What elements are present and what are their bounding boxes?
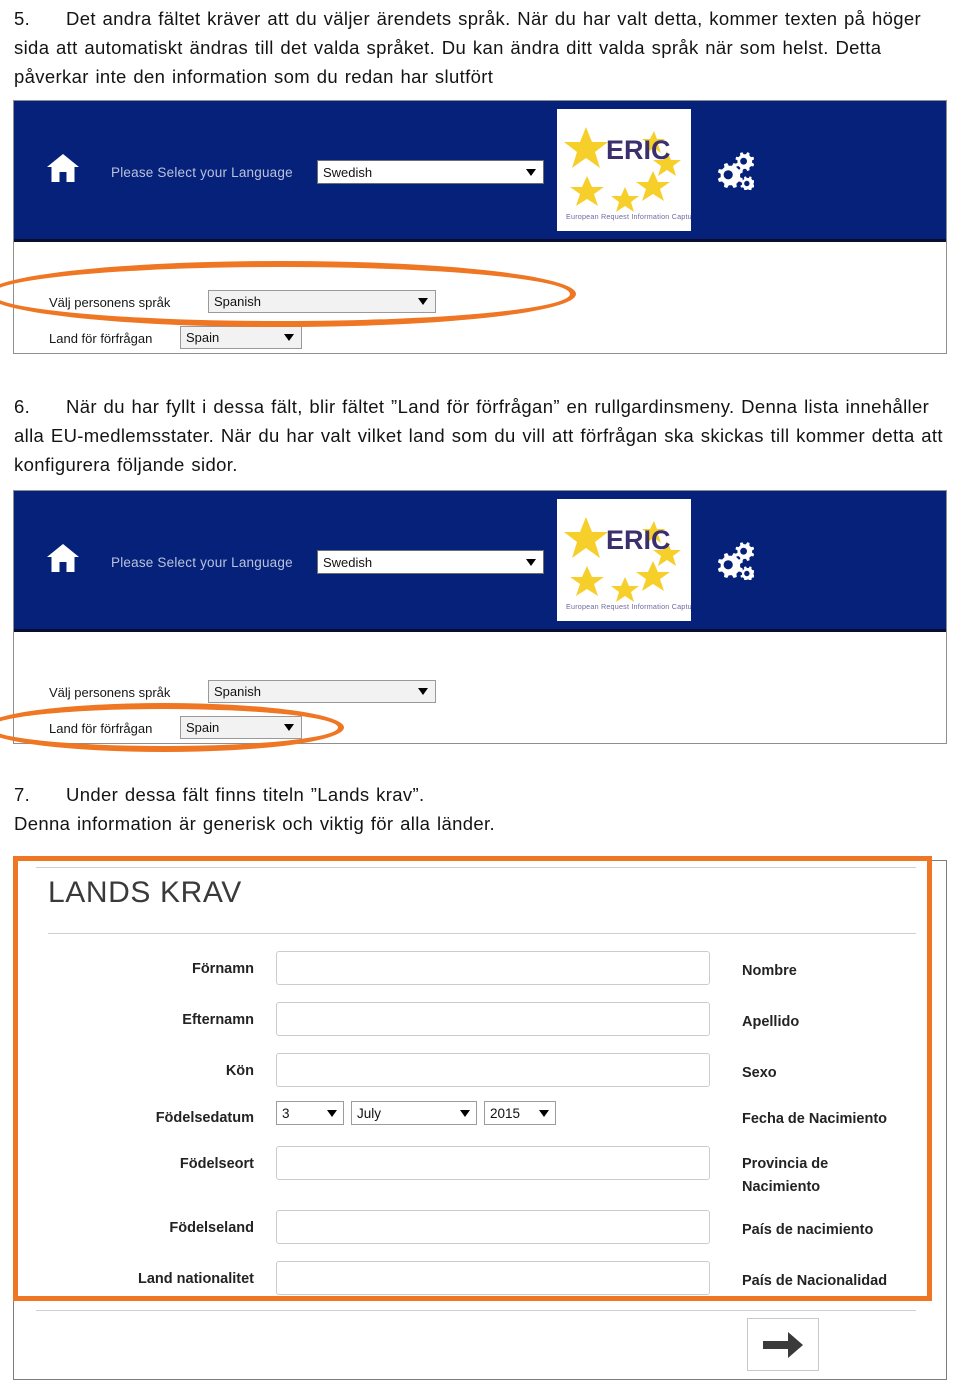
chevron-down-icon bbox=[526, 558, 536, 566]
form-top-rule bbox=[36, 867, 916, 868]
birthdate-day-select[interactable]: 3 bbox=[276, 1101, 344, 1125]
birthdate-month-value: July bbox=[357, 1105, 382, 1121]
step-7-text-2: Denna information är generisk och viktig… bbox=[14, 813, 495, 834]
instruction-step-7: 7. Under dessa fält finns titeln ”Lands k… bbox=[14, 780, 954, 838]
app-header-bar-1: Please Select your Language Swedish ERIC… bbox=[14, 101, 946, 242]
birthdate-day-value: 3 bbox=[282, 1105, 290, 1121]
language-prompt-label-2: Please Select your Language bbox=[111, 555, 293, 570]
input-fodelseland[interactable] bbox=[276, 1210, 710, 1244]
language-fields-panel-2: Välj personens språk Spanish Land för fö… bbox=[14, 635, 946, 743]
language-select-value-2: Swedish bbox=[323, 554, 373, 570]
step-6-text: När du har fyllt i dessa fält, blir fält… bbox=[14, 396, 943, 475]
svg-text:European Request Information C: European Request Information Capture bbox=[566, 212, 691, 221]
chevron-down-icon bbox=[284, 724, 294, 731]
person-language-value-2: Spanish bbox=[214, 684, 261, 699]
label-sv-fodelsedatum: Födelsedatum bbox=[155, 1110, 254, 1126]
birthdate-year-value: 2015 bbox=[490, 1105, 521, 1121]
label-sv-fornamn: Förnamn bbox=[191, 961, 254, 977]
person-language-label-1: Välj personens språk bbox=[49, 295, 171, 310]
app-header-bar-2: Please Select your Language Swedish ERIC… bbox=[14, 491, 946, 632]
step-6-number: 6. bbox=[14, 396, 31, 417]
chevron-down-icon bbox=[327, 1109, 337, 1117]
label-sv-land-nationalitet: Land nationalitet bbox=[138, 1271, 254, 1287]
instruction-step-5: 5. Det andra fältet kräver att du väljer … bbox=[14, 4, 954, 91]
form-title-rule bbox=[48, 933, 916, 934]
step-7-text: Under dessa fält finns titeln ”Lands kra… bbox=[66, 784, 425, 805]
person-language-value-1: Spanish bbox=[214, 294, 261, 309]
svg-text:European Request Information C: European Request Information Capture bbox=[566, 602, 691, 611]
svg-text:ERIC: ERIC bbox=[606, 525, 671, 555]
eric-logo-1: ERIC European Request Information Captur… bbox=[557, 109, 691, 231]
input-land-nationalitet[interactable] bbox=[276, 1261, 710, 1295]
eric-logo-2: ERIC European Request Information Captur… bbox=[557, 499, 691, 621]
birthdate-month-select[interactable]: July bbox=[351, 1101, 477, 1125]
input-fornamn[interactable] bbox=[276, 951, 710, 985]
chevron-down-icon bbox=[284, 334, 294, 341]
label-es-sexo: Sexo bbox=[742, 1065, 777, 1081]
form-footer-rule bbox=[36, 1310, 916, 1311]
chevron-down-icon bbox=[526, 168, 536, 176]
request-country-label-2: Land för förfrågan bbox=[49, 721, 153, 736]
language-prompt-label-1: Please Select your Language bbox=[111, 165, 293, 180]
screenshot-language-selection-1: Please Select your Language Swedish ERIC… bbox=[13, 100, 947, 354]
language-fields-panel-1: Välj personens språk Spanish Land för fö… bbox=[14, 245, 946, 353]
step-7-number: 7. bbox=[14, 784, 31, 805]
label-es-fecha-nacimiento: Fecha de Nacimiento bbox=[742, 1111, 888, 1127]
request-country-select-1[interactable]: Spain bbox=[180, 326, 302, 349]
input-efternamn[interactable] bbox=[276, 1002, 710, 1036]
label-sv-kon: Kön bbox=[225, 1063, 254, 1079]
request-country-value-2: Spain bbox=[186, 720, 220, 735]
step-5-text: Det andra fältet kräver att du väljer är… bbox=[14, 8, 922, 87]
input-fodelseort[interactable] bbox=[276, 1146, 710, 1180]
gears-icon-2[interactable] bbox=[708, 540, 754, 580]
label-es-pais-nacionalidad: País de Nacionalidad bbox=[742, 1273, 888, 1289]
chevron-down-icon bbox=[460, 1109, 470, 1117]
person-language-label-2: Välj personens språk bbox=[49, 685, 171, 700]
input-kon[interactable] bbox=[276, 1053, 710, 1087]
person-language-select-2[interactable]: Spanish bbox=[208, 680, 436, 703]
home-icon[interactable] bbox=[46, 543, 80, 573]
screenshot-country-requirements-form: LANDS KRAV Förnamn Nombre Efternamn Apel… bbox=[13, 860, 947, 1380]
next-button[interactable] bbox=[747, 1318, 819, 1371]
request-country-select-2[interactable]: Spain bbox=[180, 716, 302, 739]
screenshot-language-selection-2: Please Select your Language Swedish ERIC… bbox=[13, 490, 947, 744]
label-sv-fodelseort: Födelseort bbox=[179, 1156, 254, 1172]
chevron-down-icon bbox=[539, 1109, 549, 1117]
home-icon[interactable] bbox=[46, 153, 80, 183]
svg-text:ERIC: ERIC bbox=[606, 135, 671, 165]
label-sv-efternamn: Efternamn bbox=[182, 1012, 254, 1028]
birthdate-year-select[interactable]: 2015 bbox=[484, 1101, 556, 1125]
request-country-value-1: Spain bbox=[186, 330, 220, 345]
language-select-1[interactable]: Swedish bbox=[317, 160, 544, 184]
label-es-apellido: Apellido bbox=[742, 1014, 800, 1030]
chevron-down-icon bbox=[418, 298, 428, 305]
arrow-right-icon bbox=[763, 1331, 803, 1358]
chevron-down-icon bbox=[418, 688, 428, 695]
person-language-select-1[interactable]: Spanish bbox=[208, 290, 436, 313]
label-sv-fodelseland: Födelseland bbox=[169, 1220, 254, 1236]
label-es-nombre: Nombre bbox=[742, 963, 797, 979]
instruction-step-6: 6. När du har fyllt i dessa fält, blir fä… bbox=[14, 392, 954, 479]
language-select-value-1: Swedish bbox=[323, 164, 373, 180]
gears-icon-1[interactable] bbox=[708, 150, 754, 190]
label-es-pais-nacimiento: País de nacimiento bbox=[742, 1222, 874, 1238]
language-select-2[interactable]: Swedish bbox=[317, 550, 544, 574]
form-title: LANDS KRAV bbox=[48, 876, 242, 909]
label-es-provincia-nacimiento: Provincia de Nacimiento bbox=[742, 1156, 829, 1195]
request-country-label-1: Land för förfrågan bbox=[49, 331, 153, 346]
step-5-number: 5. bbox=[14, 8, 31, 29]
